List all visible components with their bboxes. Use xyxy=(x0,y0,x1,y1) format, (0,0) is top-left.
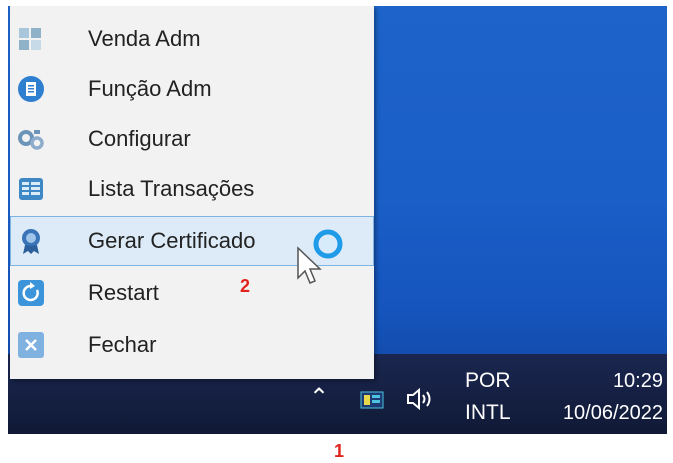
menu-item-label: Restart xyxy=(88,280,159,305)
menu-item-lista-transacoes[interactable]: Lista Transações xyxy=(10,164,374,214)
menu-item-label: Gerar Certificado xyxy=(88,228,256,253)
annotation-step-two: 2 xyxy=(240,276,251,296)
menu-item-label: Fechar xyxy=(88,332,157,357)
taskbar-clock[interactable]: 10:29 10/06/2022 xyxy=(536,368,663,432)
grid-icon xyxy=(19,28,41,50)
menu-item-funcao-adm[interactable]: Função Adm xyxy=(10,64,374,114)
clock-date: 10/06/2022 xyxy=(562,402,663,424)
desktop-photo: ⌃ POR INTL 10:29 10/06/2022 Venda Adm Fu… xyxy=(8,6,667,434)
menu-item-configurar[interactable]: Configurar xyxy=(10,114,374,164)
menu-item-label: Configurar xyxy=(88,126,191,151)
tray-context-menu: Venda Adm Função Adm Configurar Lista Tr… xyxy=(10,6,374,379)
menu-item-label: Função Adm xyxy=(88,76,212,101)
close-icon xyxy=(18,332,44,358)
mouse-pointer-icon xyxy=(297,246,322,284)
show-hidden-icons-chevron-icon[interactable]: ⌃ xyxy=(308,385,330,409)
gears-icon xyxy=(18,130,44,150)
language-code: POR xyxy=(465,369,511,392)
volume-icon[interactable] xyxy=(405,386,437,412)
restart-icon xyxy=(18,280,44,306)
annotation-step-one: 1 xyxy=(334,441,345,461)
clock-time: 10:29 xyxy=(612,370,663,392)
tray-app-icon[interactable] xyxy=(360,390,384,410)
document-icon xyxy=(18,76,44,102)
list-icon xyxy=(19,178,43,200)
input-language-indicator[interactable]: POR INTL xyxy=(465,368,511,432)
certificate-icon xyxy=(22,229,40,254)
keyboard-layout: INTL xyxy=(465,401,511,424)
menu-item-venda-adm[interactable]: Venda Adm xyxy=(10,14,374,64)
menu-item-label: Venda Adm xyxy=(88,26,201,51)
menu-item-label: Lista Transações xyxy=(88,176,255,201)
menu-item-fechar[interactable]: Fechar xyxy=(10,320,374,370)
